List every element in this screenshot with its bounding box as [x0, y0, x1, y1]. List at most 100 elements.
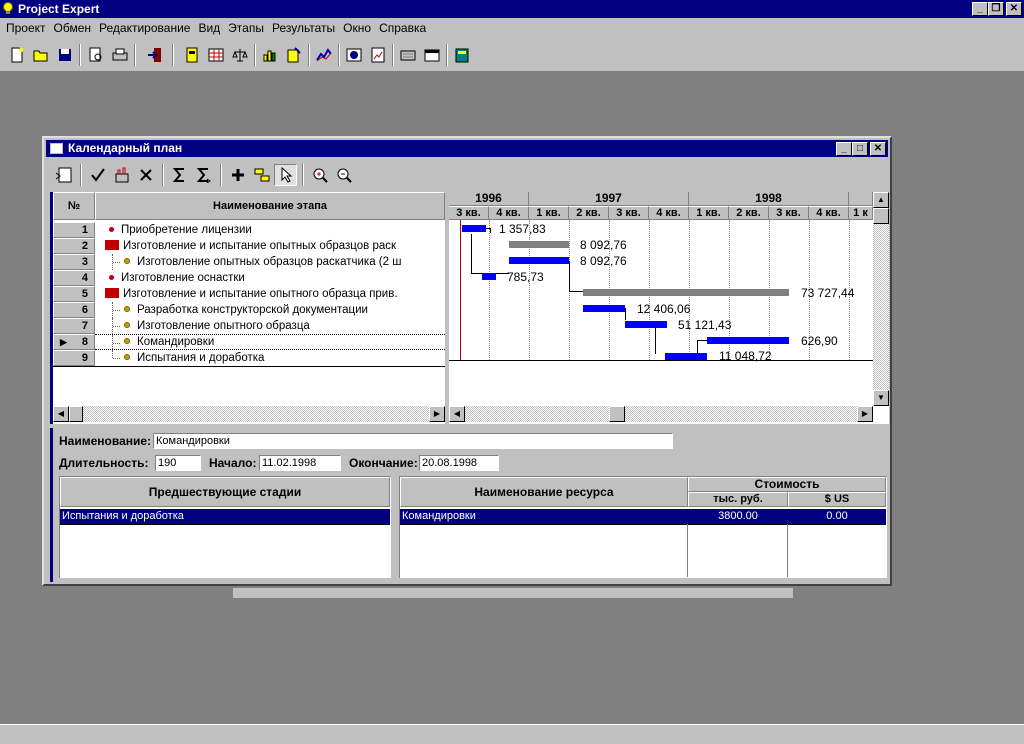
scroll-down-arrow-icon[interactable]: ▼ — [873, 390, 889, 406]
form-view-icon[interactable] — [420, 44, 443, 66]
project-icon[interactable] — [180, 44, 203, 66]
open-folder-icon[interactable] — [29, 44, 52, 66]
row-number[interactable]: 2 — [53, 238, 95, 254]
stage-row[interactable]: Изготовление опытных образцов раскатчика… — [95, 254, 445, 270]
gantt-bar[interactable] — [707, 337, 789, 344]
resource-row[interactable]: Командировки 3800.00 0.00 — [400, 509, 886, 524]
cost-usd-header[interactable]: $ US — [788, 492, 886, 507]
menu-exchange[interactable]: Обмен — [50, 21, 96, 35]
gantt-vscrollbar[interactable]: ▲ ▼ — [873, 192, 889, 406]
menu-results[interactable]: Результаты — [268, 21, 339, 35]
row-number[interactable]: 1 — [53, 222, 95, 238]
calculator-icon[interactable] — [450, 44, 473, 66]
save-disk-icon[interactable] — [53, 44, 76, 66]
column-header-stage-name[interactable]: Наименование этапа — [95, 192, 445, 220]
properties-icon[interactable] — [52, 164, 75, 186]
restore-button[interactable]: ❐ — [988, 2, 1004, 16]
scroll-right-arrow-icon[interactable]: ▶ — [857, 406, 873, 422]
menu-bar: Проект Обмен Редактирование Вид Этапы Ре… — [0, 18, 1024, 38]
column-header-number[interactable]: № — [53, 192, 95, 220]
exit-door-icon[interactable] — [143, 44, 166, 66]
menu-help[interactable]: Справка — [375, 21, 430, 35]
close-button[interactable]: ✕ — [1006, 2, 1022, 16]
bar-chart-icon[interactable] — [258, 44, 281, 66]
quarter-header: 2 кв. — [569, 206, 609, 220]
row-number[interactable]: 9 — [53, 350, 95, 366]
stage-row[interactable]: Изготовление и испытание опытных образцо… — [95, 238, 445, 254]
scroll-right-arrow-icon[interactable]: ▶ — [429, 406, 445, 422]
menu-edit[interactable]: Редактирование — [95, 21, 194, 35]
scroll-thumb[interactable] — [609, 406, 625, 422]
gantt-bar[interactable] — [625, 321, 667, 328]
row-number[interactable]: 6 — [53, 302, 95, 318]
child-minimize-button[interactable]: _ — [836, 142, 852, 156]
stage-row[interactable]: Разработка конструкторской документации — [95, 302, 445, 318]
gantt-bar[interactable] — [509, 241, 569, 248]
main-toolbar — [0, 38, 1024, 72]
predecessors-header[interactable]: Предшествующие стадии — [60, 477, 390, 507]
mdi-hscrollbar[interactable] — [232, 587, 794, 599]
scroll-thumb[interactable] — [873, 208, 889, 224]
report-edit-icon[interactable] — [282, 44, 305, 66]
stage-row-selected[interactable]: Командировки — [95, 334, 445, 350]
zoom-in-icon[interactable] — [308, 164, 331, 186]
sum-left-icon[interactable] — [168, 164, 191, 186]
gantt-bar[interactable] — [583, 289, 789, 296]
start-date-field[interactable]: 11.02.1998 — [259, 455, 341, 471]
zoom-out-icon[interactable] — [332, 164, 355, 186]
gantt-bar[interactable] — [482, 273, 496, 280]
name-field[interactable]: Командировки — [153, 433, 673, 449]
gantt-bar[interactable] — [665, 353, 707, 360]
child-close-button[interactable]: ✕ — [870, 142, 886, 156]
quarter-header: 3 кв. — [609, 206, 649, 220]
menu-stages[interactable]: Этапы — [224, 21, 268, 35]
print-preview-icon[interactable] — [84, 44, 107, 66]
menu-view[interactable]: Вид — [194, 21, 224, 35]
scroll-left-arrow-icon[interactable]: ◀ — [53, 406, 69, 422]
row-number[interactable]: 3 — [53, 254, 95, 270]
row-number-selected[interactable]: ▶ 8 — [53, 334, 95, 350]
add-stage-icon[interactable] — [226, 164, 249, 186]
scroll-up-arrow-icon[interactable]: ▲ — [873, 192, 889, 208]
pointer-icon[interactable] — [274, 164, 297, 186]
stage-row[interactable]: Испытания и доработка — [95, 350, 445, 366]
line-graph-icon[interactable] — [312, 44, 335, 66]
document-chart-icon[interactable] — [366, 44, 389, 66]
window-tile-icon[interactable] — [396, 44, 419, 66]
stage-row[interactable]: Изготовление и испытание опытного образц… — [95, 286, 445, 302]
printer-icon[interactable] — [108, 44, 131, 66]
sum-right-icon[interactable] — [192, 164, 215, 186]
predecessor-row[interactable]: Испытания и доработка — [60, 509, 390, 524]
menu-project[interactable]: Проект — [2, 21, 50, 35]
link-stages-icon[interactable] — [250, 164, 273, 186]
new-document-icon[interactable] — [5, 44, 28, 66]
end-date-field[interactable]: 20.08.1998 — [419, 455, 499, 471]
bar-label: 73 727,44 — [801, 286, 855, 300]
analysis-icon[interactable] — [342, 44, 365, 66]
resource-name-header[interactable]: Наименование ресурса — [400, 477, 688, 507]
stage-list-hscrollbar[interactable]: ◀ ▶ — [53, 406, 445, 422]
menu-window[interactable]: Окно — [339, 21, 375, 35]
stage-row[interactable]: Приобретение лицензии — [95, 222, 445, 238]
scroll-left-arrow-icon[interactable]: ◀ — [449, 406, 465, 422]
gantt-bar[interactable] — [509, 257, 569, 264]
scroll-thumb[interactable] — [69, 406, 83, 422]
row-number[interactable]: 4 — [53, 270, 95, 286]
balance-scale-icon[interactable] — [228, 44, 251, 66]
checkmark-icon[interactable] — [86, 164, 109, 186]
delete-x-icon[interactable] — [134, 164, 157, 186]
minimize-button[interactable]: _ — [972, 2, 988, 16]
stage-row[interactable]: Изготовление оснастки — [95, 270, 445, 286]
stage-row[interactable]: Изготовление опытного образца — [95, 318, 445, 334]
resources-icon[interactable] — [110, 164, 133, 186]
gantt-bar[interactable] — [583, 305, 625, 312]
cashflow-table-icon[interactable] — [204, 44, 227, 66]
cost-rub-header[interactable]: тыс. руб. — [688, 492, 788, 507]
row-number[interactable]: 5 — [53, 286, 95, 302]
year-header: 1997 — [529, 192, 689, 206]
gantt-hscrollbar[interactable]: ◀ ▶ — [449, 406, 873, 422]
duration-field[interactable]: 190 — [155, 455, 201, 471]
gantt-bar[interactable] — [462, 225, 486, 232]
row-number[interactable]: 7 — [53, 318, 95, 334]
child-maximize-button[interactable]: □ — [852, 142, 868, 156]
